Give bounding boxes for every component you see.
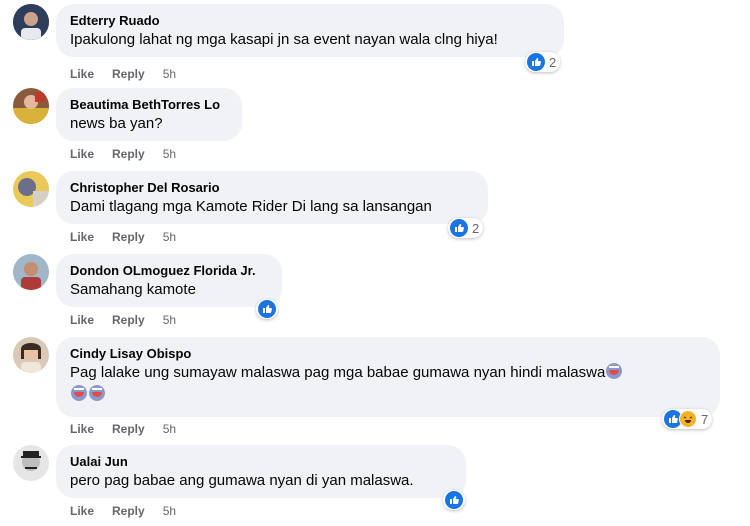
comment-text: Pag lalake ung sumayaw malaswa pag mga b…: [70, 363, 706, 383]
comment-bubble: Dondon OLmoguez Florida Jr. Samahang kam…: [56, 254, 282, 307]
comment-actions: Like Reply 5h: [70, 312, 194, 328]
comment-actions: Like Reply 5h: [70, 146, 194, 162]
like-reaction-icon: [527, 53, 545, 71]
avatar[interactable]: [13, 254, 49, 290]
comment-author[interactable]: Cindy Lisay Obispo: [70, 345, 706, 362]
comment-actions: Like Reply 5h: [70, 421, 194, 437]
clown-face-icon: [606, 363, 623, 379]
avatar[interactable]: [13, 445, 49, 481]
haha-reaction-icon: [679, 410, 697, 428]
comment-author[interactable]: Beautima BethTorres Lo: [70, 96, 228, 113]
comment-timestamp[interactable]: 5h: [163, 421, 176, 437]
reaction-summary[interactable]: [443, 490, 465, 510]
comment-text: news ba yan?: [70, 115, 163, 132]
comment-timestamp[interactable]: 5h: [163, 146, 176, 162]
reaction-count: 2: [472, 220, 480, 236]
like-button[interactable]: Like: [70, 66, 94, 82]
like-reaction-icon: [445, 491, 463, 509]
reaction-count: 2: [549, 54, 557, 70]
avatar-image: [13, 337, 49, 373]
reaction-summary[interactable]: [256, 299, 278, 319]
comment-timestamp[interactable]: 5h: [163, 503, 176, 519]
reply-button[interactable]: Reply: [112, 229, 145, 245]
reaction-summary[interactable]: 2: [448, 218, 484, 238]
like-button[interactable]: Like: [70, 146, 94, 162]
comment-text: pero pag babae ang gumawa nyan di yan ma…: [70, 472, 414, 489]
comment-author[interactable]: Ualai Jun: [70, 453, 452, 470]
comment-actions: Like Reply 5h: [70, 229, 194, 245]
avatar-image: [13, 88, 49, 124]
comment-timestamp[interactable]: 5h: [163, 229, 176, 245]
avatar[interactable]: [13, 171, 49, 207]
comment-bubble: Christopher Del Rosario Dami tlagang mga…: [56, 171, 488, 224]
clown-face-icon: [89, 385, 105, 401]
comment-timestamp[interactable]: 5h: [163, 312, 176, 328]
comment-author[interactable]: Christopher Del Rosario: [70, 179, 474, 196]
avatar[interactable]: [13, 4, 49, 40]
avatar-image: [13, 4, 49, 40]
avatar-image: [13, 171, 49, 207]
like-reaction-icon: [258, 300, 276, 318]
avatar[interactable]: [13, 88, 49, 124]
reply-button[interactable]: Reply: [112, 66, 145, 82]
clown-face-icon: [71, 385, 87, 401]
reply-button[interactable]: Reply: [112, 312, 145, 328]
comment-bubble: Cindy Lisay Obispo Pag lalake ung sumaya…: [56, 337, 720, 417]
comment-text: Ipakulong lahat ng mga kasapi jn sa even…: [70, 31, 498, 48]
reply-button[interactable]: Reply: [112, 146, 145, 162]
like-button[interactable]: Like: [70, 229, 94, 245]
like-reaction-icon: [450, 219, 468, 237]
comment-author[interactable]: Edterry Ruado: [70, 12, 550, 29]
like-button[interactable]: Like: [70, 312, 94, 328]
comment-actions: Like Reply 5h: [70, 503, 194, 519]
avatar[interactable]: [13, 337, 49, 373]
comment-text: Dami tlagang mga Kamote Rider Di lang sa…: [70, 198, 432, 215]
like-button[interactable]: Like: [70, 421, 94, 437]
emoji-row: [70, 385, 706, 405]
comment-text-body: Pag lalake ung sumayaw malaswa pag mga b…: [70, 364, 606, 381]
comment-author[interactable]: Dondon OLmoguez Florida Jr.: [70, 262, 268, 279]
comment-timestamp[interactable]: 5h: [163, 66, 176, 82]
comment-actions: Like Reply 5h: [70, 66, 194, 82]
reaction-summary[interactable]: 7: [662, 409, 713, 429]
comment-bubble: Ualai Jun pero pag babae ang gumawa nyan…: [56, 445, 466, 498]
reply-button[interactable]: Reply: [112, 503, 145, 519]
like-button[interactable]: Like: [70, 503, 94, 519]
reply-button[interactable]: Reply: [112, 421, 145, 437]
comment-bubble: Edterry Ruado Ipakulong lahat ng mga kas…: [56, 4, 564, 57]
comment-text: Samahang kamote: [70, 281, 196, 298]
reaction-count: 7: [701, 411, 709, 427]
comment-bubble: Beautima BethTorres Lo news ba yan?: [56, 88, 242, 141]
avatar-image: [13, 445, 49, 481]
reaction-summary[interactable]: 2: [525, 52, 561, 72]
avatar-image: [13, 254, 49, 290]
